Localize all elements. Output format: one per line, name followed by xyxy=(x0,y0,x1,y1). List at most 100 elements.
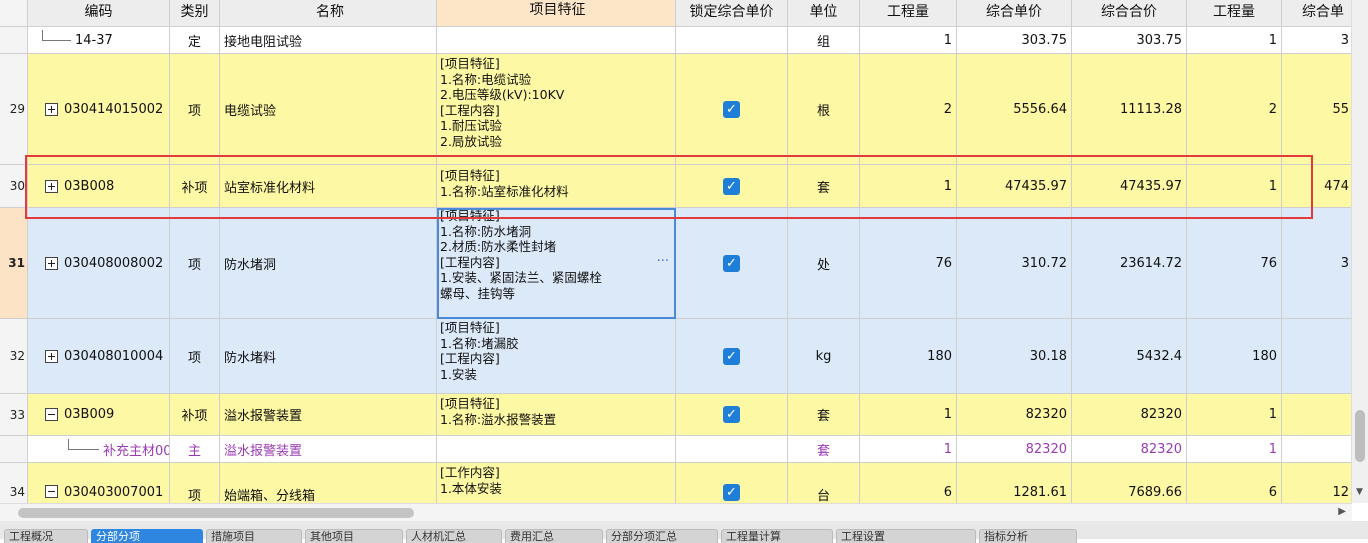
row-unit-price-2[interactable]: 12 xyxy=(1282,463,1352,503)
row-quantity[interactable]: 180 xyxy=(860,319,957,394)
checkbox-checked-icon[interactable]: ✓ xyxy=(723,254,740,272)
row-unit-price[interactable]: 82320 xyxy=(957,436,1072,463)
row-unit-price-2[interactable]: 3 xyxy=(1282,208,1352,319)
row-code-cell[interactable]: 03B008 xyxy=(28,165,170,208)
row-quantity-2[interactable]: 6 xyxy=(1187,463,1282,503)
row-name[interactable]: 溢水报警装置 xyxy=(220,436,437,463)
row-lock-price[interactable]: ✓ xyxy=(676,208,788,319)
tab-project-settings[interactable]: 工程设置 xyxy=(836,529,976,543)
row-unit-price[interactable]: 82320 xyxy=(957,394,1072,436)
header-lock-price[interactable]: 锁定综合单价 xyxy=(676,0,788,27)
collapse-icon[interactable] xyxy=(45,485,58,498)
tab-bill-summary[interactable]: 分部分项汇总 xyxy=(606,529,718,543)
row-total-price[interactable]: 5432.4 xyxy=(1072,319,1187,394)
row-quantity-2[interactable]: 180 xyxy=(1187,319,1282,394)
row-code-cell[interactable]: 030414015002 xyxy=(28,54,170,165)
row-quantity-2[interactable]: 1 xyxy=(1187,27,1282,54)
row-lock-price[interactable]: ✓ xyxy=(676,54,788,165)
row-number[interactable] xyxy=(0,27,28,54)
header-unit-price[interactable]: 综合单价 xyxy=(957,0,1072,27)
tab-material-summary[interactable]: 人材机汇总 xyxy=(406,529,502,543)
row-unit-price[interactable]: 303.75 xyxy=(957,27,1072,54)
horizontal-scroll-thumb[interactable] xyxy=(18,508,414,518)
row-quantity[interactable]: 1 xyxy=(860,394,957,436)
row-unit[interactable]: 台 xyxy=(788,463,860,503)
row-code-cell[interactable]: 030403007001 xyxy=(28,463,170,503)
tab-indicator-analysis[interactable]: 指标分析 xyxy=(979,529,1077,543)
table-row[interactable]: 32 030408010004 项 防水堵料 [项目特征] 1.名称:堵漏胶 [… xyxy=(0,319,1352,394)
checkbox-checked-icon[interactable]: ✓ xyxy=(723,177,740,195)
header-code[interactable]: 编码 xyxy=(28,0,170,27)
table-row[interactable]: 31 030408008002 项 防水堵洞 [项目特征] 1.名称:防水堵洞 … xyxy=(0,208,1352,319)
row-quantity-2[interactable]: 1 xyxy=(1187,394,1282,436)
checkbox-checked-icon[interactable]: ✓ xyxy=(723,100,740,118)
row-quantity[interactable]: 6 xyxy=(860,463,957,503)
row-features[interactable]: [项目特征] 1.名称:防水堵洞 2.材质:防水柔性封堵 [工程内容] 1.安装… xyxy=(437,208,676,319)
row-unit-price[interactable]: 1281.61 xyxy=(957,463,1072,503)
header-quantity[interactable]: 工程量 xyxy=(860,0,957,27)
row-number[interactable]: 29 xyxy=(0,54,28,165)
row-unit-price-2[interactable] xyxy=(1282,394,1352,436)
row-name[interactable]: 接地电阻试验 xyxy=(220,27,437,54)
row-total-price[interactable]: 7689.66 xyxy=(1072,463,1187,503)
collapse-icon[interactable] xyxy=(45,408,58,421)
row-unit-price-2[interactable]: 3 xyxy=(1282,27,1352,54)
row-number[interactable]: 33 xyxy=(0,394,28,436)
table-row[interactable]: 34 030403007001 项 始端箱、分线箱 [工作内容] 1.本体安装 … xyxy=(0,463,1352,503)
row-code-cell[interactable]: 03B009 xyxy=(28,394,170,436)
row-quantity[interactable]: 1 xyxy=(860,165,957,208)
header-unit-price-2[interactable]: 综合单 xyxy=(1282,0,1352,27)
table-row[interactable]: 补充主材004 主 溢水报警装置 套 1 82320 82320 1 xyxy=(0,436,1352,463)
row-unit[interactable]: 套 xyxy=(788,394,860,436)
row-quantity-2[interactable]: 1 xyxy=(1187,436,1282,463)
scroll-right-icon[interactable]: ▶ xyxy=(1338,506,1346,517)
row-quantity[interactable]: 1 xyxy=(860,27,957,54)
row-code-cell[interactable]: 14-37 xyxy=(28,27,170,54)
row-lock-price[interactable]: ✓ xyxy=(676,319,788,394)
tab-fee-summary[interactable]: 费用汇总 xyxy=(505,529,603,543)
row-number[interactable]: 31 xyxy=(0,208,28,319)
row-name[interactable]: 防水堵料 xyxy=(220,319,437,394)
row-features[interactable]: [项目特征] 1.名称:电缆试验 2.电压等级(kV):10KV [工程内容] … xyxy=(437,54,676,165)
row-name[interactable]: 始端箱、分线箱 xyxy=(220,463,437,503)
row-unit-price-2[interactable] xyxy=(1282,319,1352,394)
table-row[interactable]: 29 030414015002 项 电缆试验 [项目特征] 1.名称:电缆试验 … xyxy=(0,54,1352,165)
row-quantity-2[interactable]: 76 xyxy=(1187,208,1282,319)
table-row[interactable]: 33 03B009 补项 溢水报警装置 [项目特征] 1.名称:溢水报警装置 ✓… xyxy=(0,394,1352,436)
row-code-cell[interactable]: 030408010004 xyxy=(28,319,170,394)
header-features[interactable]: 项目特征 xyxy=(437,0,676,27)
row-unit[interactable]: 套 xyxy=(788,165,860,208)
tab-overview[interactable]: 工程概况 xyxy=(4,529,88,543)
expand-icon[interactable] xyxy=(45,349,58,363)
row-total-price[interactable]: 23614.72 xyxy=(1072,208,1187,319)
row-quantity-2[interactable]: 1 xyxy=(1187,165,1282,208)
row-quantity[interactable]: 76 xyxy=(860,208,957,319)
row-unit-price-2[interactable]: 474 xyxy=(1282,165,1352,208)
checkbox-checked-icon[interactable]: ✓ xyxy=(723,406,740,423)
row-code-cell[interactable]: 030408008002 xyxy=(28,208,170,319)
row-category[interactable]: 定 xyxy=(170,27,220,54)
row-lock-price[interactable] xyxy=(676,27,788,54)
row-quantity[interactable]: 1 xyxy=(860,436,957,463)
tab-quantity-calc[interactable]: 工程量计算 xyxy=(721,529,833,543)
row-features[interactable]: [项目特征] 1.名称:溢水报警装置 xyxy=(437,394,676,436)
row-unit-price[interactable]: 47435.97 xyxy=(957,165,1072,208)
row-lock-price[interactable]: ✓ xyxy=(676,394,788,436)
row-category[interactable]: 补项 xyxy=(170,165,220,208)
tab-measures[interactable]: 措施项目 xyxy=(206,529,302,543)
row-category[interactable]: 项 xyxy=(170,319,220,394)
row-features[interactable] xyxy=(437,436,676,463)
row-name[interactable]: 溢水报警装置 xyxy=(220,394,437,436)
row-features[interactable]: [项目特征] 1.名称:堵漏胶 [工程内容] 1.安装 xyxy=(437,319,676,394)
tab-bill-items[interactable]: 分部分项 xyxy=(91,529,203,543)
row-total-price[interactable]: 82320 xyxy=(1072,394,1187,436)
row-number[interactable]: 34 xyxy=(0,463,28,503)
row-unit[interactable]: 套 xyxy=(788,436,860,463)
row-total-price[interactable]: 47435.97 xyxy=(1072,165,1187,208)
row-unit-price-2[interactable]: 55 xyxy=(1282,54,1352,165)
row-unit-price[interactable]: 5556.64 xyxy=(957,54,1072,165)
row-features[interactable]: [工作内容] 1.本体安装 xyxy=(437,463,676,503)
checkbox-checked-icon[interactable]: ✓ xyxy=(723,484,740,501)
header-quantity-2[interactable]: 工程量 xyxy=(1187,0,1282,27)
row-unit[interactable]: 组 xyxy=(788,27,860,54)
